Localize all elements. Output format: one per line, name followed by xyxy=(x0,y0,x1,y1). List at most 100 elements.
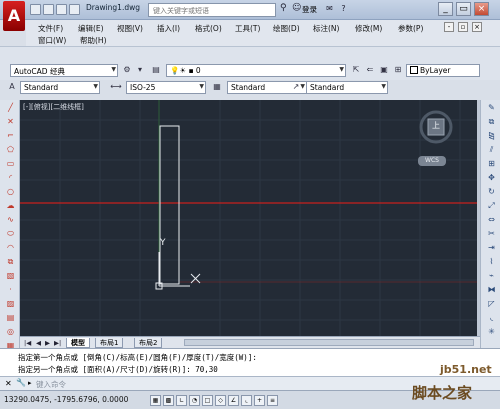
circle-icon[interactable]: ○ xyxy=(5,186,16,197)
layer-select[interactable]: 💡☀ ▪ 0 ▼ xyxy=(166,64,346,77)
search-binoculars-icon[interactable]: ⚲ xyxy=(280,3,287,13)
chamfer-icon[interactable]: ◸ xyxy=(486,298,497,309)
command-input[interactable]: 键入命令 xyxy=(36,379,66,390)
last-tab-icon[interactable]: ▶| xyxy=(54,339,61,347)
dim-style-icon[interactable]: ⟷ xyxy=(110,81,122,93)
table-style-icon[interactable]: ▦ xyxy=(211,81,223,93)
grid-display-icon[interactable]: ▩ xyxy=(163,395,174,406)
text-style-icon[interactable]: A xyxy=(6,81,18,93)
open-file-icon[interactable] xyxy=(43,4,54,15)
workspace-select[interactable]: AutoCAD 经典 ▼ xyxy=(10,64,118,77)
drawing-area[interactable]: Y 上 [-][俯视][二维线框] WCS xyxy=(20,100,477,336)
menu-help[interactable]: 帮助(H) xyxy=(80,35,107,46)
object-snap-icon[interactable]: □ xyxy=(202,395,213,406)
workspace-arrow-icon[interactable]: ▾ xyxy=(134,64,146,76)
doc-restore-button[interactable]: ▫ xyxy=(458,22,468,32)
offset-icon[interactable]: ⫽ xyxy=(486,144,497,155)
gradient-icon[interactable]: ▤ xyxy=(5,312,16,323)
application-menu-button[interactable]: A xyxy=(3,1,25,31)
menu-draw[interactable]: 绘图(D) xyxy=(273,23,300,34)
restore-button[interactable]: ▭ xyxy=(456,2,471,16)
menu-window[interactable]: 窗口(W) xyxy=(38,35,66,46)
ellipse-icon[interactable]: ⬭ xyxy=(5,228,16,239)
viewcube-top-label[interactable]: 上 xyxy=(432,120,440,131)
polygon-icon[interactable]: ⬠ xyxy=(5,144,16,155)
coordinate-readout[interactable]: 13290.0475, -1795.6796, 0.0000 xyxy=(4,395,128,404)
menu-tools[interactable]: 工具(T) xyxy=(235,23,260,34)
break-icon[interactable]: ⌁ xyxy=(486,270,497,281)
menu-view[interactable]: 视图(V) xyxy=(117,23,143,34)
mleader-style-icon[interactable]: ↗ xyxy=(290,81,302,93)
menu-dimension[interactable]: 标注(N) xyxy=(313,23,339,34)
stretch-icon[interactable]: ⇔ xyxy=(486,214,497,225)
close-button[interactable]: × xyxy=(474,2,489,16)
layer-properties-icon[interactable]: ▤ xyxy=(150,64,162,76)
layer-previous-icon[interactable]: ⇐ xyxy=(364,64,376,76)
layer-states-icon[interactable]: ▣ xyxy=(378,64,390,76)
hatch-icon[interactable]: ▨ xyxy=(5,298,16,309)
snap-mode-icon[interactable]: ▦ xyxy=(150,395,161,406)
tab-layout1[interactable]: 布局1 xyxy=(95,338,124,348)
command-close-icon[interactable]: ✕ xyxy=(5,379,12,388)
dynamic-ucs-icon[interactable]: ⌞ xyxy=(241,395,252,406)
spline-icon[interactable]: ∿ xyxy=(5,214,16,225)
make-block-icon[interactable]: ▧ xyxy=(5,270,16,281)
command-settings-icon[interactable]: 🔧 xyxy=(16,378,26,387)
doc-minimize-button[interactable]: - xyxy=(444,22,454,32)
ortho-mode-icon[interactable]: ∟ xyxy=(176,395,187,406)
first-tab-icon[interactable]: |◀ xyxy=(24,339,31,347)
region-icon[interactable]: ◎ xyxy=(5,326,16,337)
fillet-icon[interactable]: ◟ xyxy=(486,312,497,323)
ellipse-arc-icon[interactable]: ◠ xyxy=(5,242,16,253)
layer-tools-icon[interactable]: ⊞ xyxy=(392,64,404,76)
horizontal-scrollbar[interactable] xyxy=(184,339,474,346)
color-select[interactable]: ByLayer xyxy=(406,64,480,77)
lineweight-icon[interactable]: ≡ xyxy=(267,395,278,406)
revision-cloud-icon[interactable]: ☁ xyxy=(5,200,16,211)
text-style-select[interactable]: Standard ▼ xyxy=(20,81,100,94)
move-icon[interactable]: ✥ xyxy=(486,172,497,183)
login-button[interactable]: 登录 xyxy=(302,4,317,15)
dynamic-input-icon[interactable]: + xyxy=(254,395,265,406)
mleader-style-select[interactable]: Standard ▼ xyxy=(306,81,388,94)
break-at-point-icon[interactable]: ⌇ xyxy=(486,256,497,267)
rectangle-icon[interactable]: ▭ xyxy=(5,158,16,169)
menu-edit[interactable]: 编辑(E) xyxy=(78,23,104,34)
help-icon[interactable]: ? xyxy=(338,3,349,14)
3d-object-snap-icon[interactable]: ◇ xyxy=(215,395,226,406)
erase-icon[interactable]: ✎ xyxy=(486,102,497,113)
menu-insert[interactable]: 插入(I) xyxy=(157,23,180,34)
wcs-menu[interactable]: WCS xyxy=(418,156,446,166)
tab-model[interactable]: 模型 xyxy=(66,338,90,348)
exchange-icon[interactable]: ✉ xyxy=(324,3,335,14)
polyline-icon[interactable]: ⌐ xyxy=(5,130,16,141)
undo-icon[interactable] xyxy=(69,4,80,15)
array-icon[interactable]: ⊞ xyxy=(486,158,497,169)
mirror-icon[interactable]: ⧎ xyxy=(486,130,497,141)
join-icon[interactable]: ⧓ xyxy=(486,284,497,295)
menu-format[interactable]: 格式(O) xyxy=(195,23,222,34)
next-tab-icon[interactable]: ▶ xyxy=(45,339,50,347)
copy-icon[interactable]: ⧉ xyxy=(486,116,497,127)
save-icon[interactable] xyxy=(56,4,67,15)
line-icon[interactable]: ╱ xyxy=(5,102,16,113)
arc-icon[interactable]: ◜ xyxy=(5,172,16,183)
object-snap-tracking-icon[interactable]: ∠ xyxy=(228,395,239,406)
dim-style-select[interactable]: ISO-25 ▼ xyxy=(126,81,206,94)
explode-icon[interactable]: ✳ xyxy=(486,326,497,337)
extend-icon[interactable]: ⇥ xyxy=(486,242,497,253)
doc-close-button[interactable]: × xyxy=(472,22,482,32)
prev-tab-icon[interactable]: ◀ xyxy=(36,339,41,347)
trim-icon[interactable]: ✂ xyxy=(486,228,497,239)
insert-block-icon[interactable]: ⧉ xyxy=(5,256,16,267)
scale-icon[interactable]: ⤢ xyxy=(486,200,497,211)
point-icon[interactable]: · xyxy=(5,284,16,295)
minimize-button[interactable]: _ xyxy=(438,2,453,16)
new-file-icon[interactable] xyxy=(30,4,41,15)
viewport-controls[interactable]: [-][俯视][二维线框] xyxy=(23,102,84,112)
make-current-layer-icon[interactable]: ⇱ xyxy=(350,64,362,76)
menu-modify[interactable]: 修改(M) xyxy=(355,23,382,34)
rotate-icon[interactable]: ↻ xyxy=(486,186,497,197)
workspace-settings-icon[interactable]: ⚙ xyxy=(121,64,133,76)
tab-layout2[interactable]: 布局2 xyxy=(134,338,163,348)
